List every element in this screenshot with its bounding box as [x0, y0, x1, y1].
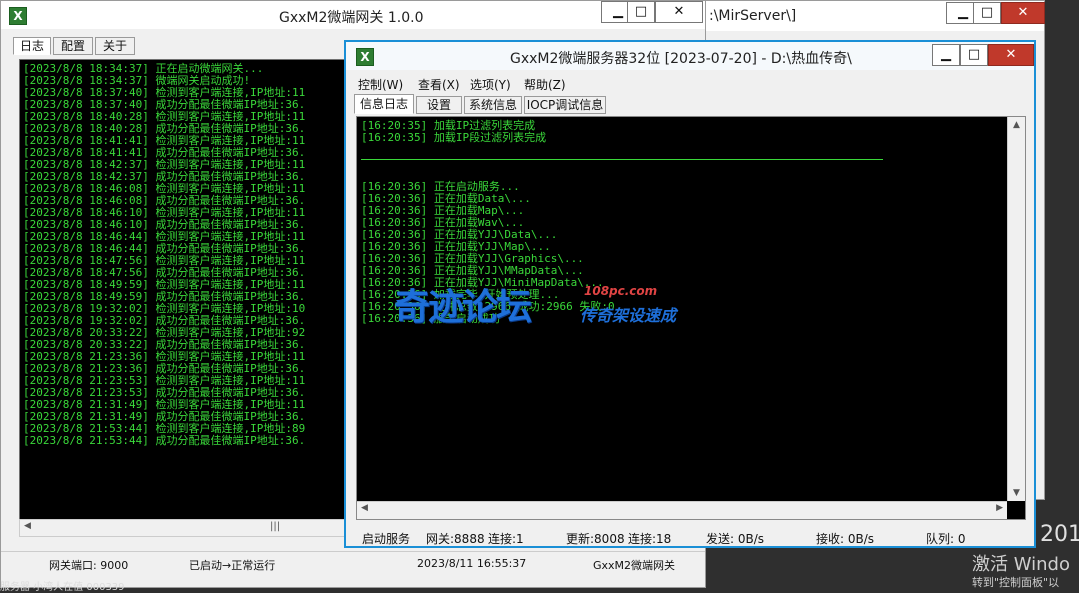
server-window: X GxxM2微端服务器32位 [2023-07-20] - D:\热血传奇\ … [344, 40, 1036, 548]
server-log-divider [361, 159, 883, 160]
gateway-status-name: GxxM2微端网关 [593, 559, 676, 572]
gateway-title: GxxM2微端网关 1.0.0 [279, 10, 424, 26]
gateway-status-port: 网关端口: 9000 [49, 559, 129, 572]
server-tab-settings[interactable]: 设置 [416, 96, 462, 114]
gateway-log-lines: [2023/8/8 18:34:37] 正在启动微端网关... [2023/8/8… [23, 63, 305, 447]
server-minimize-button[interactable]: ▁ [932, 44, 960, 66]
server-app-icon: X [356, 48, 374, 66]
mirserver-close-button[interactable]: ✕ [1001, 2, 1045, 24]
desktop-year: 2012 [1040, 522, 1079, 547]
gateway-statusbar: 网关端口: 9000 已启动→正常运行 2023/8/11 16:55:37 G… [1, 551, 705, 574]
server-log-top-lines: [16:20:35] 加载IP过滤列表完成 [16:20:35] 加载IP段过滤列… [361, 120, 546, 144]
gateway-tab-about[interactable]: 关于 [95, 37, 135, 55]
watermark-subtitle: 传奇架设速成 [580, 306, 677, 325]
gateway-status-time: 2023/8/11 16:55:37 [417, 557, 527, 570]
server-tab-system-info[interactable]: 系统信息 [464, 96, 522, 114]
menu-control[interactable]: 控制(W) [358, 76, 403, 93]
taskbar-left-text: 服务器 小湾人在值 000339 [0, 582, 125, 593]
gateway-titlebar: X GxxM2微端网关 1.0.0 ▁ □ ✕ [1, 1, 705, 29]
server-status-recv: 接收: 0B/s [816, 532, 875, 546]
gateway-status-state: 已启动→正常运行 [189, 559, 276, 572]
server-tab-info-log[interactable]: 信息日志 [354, 94, 414, 114]
menu-help[interactable]: 帮助(Z) [524, 76, 566, 93]
server-status-conn1: 连接:1 [488, 532, 524, 546]
server-status-send: 发送: 0B/s [706, 532, 765, 546]
scroll-up-icon[interactable]: ▲ [1008, 117, 1025, 133]
server-maximize-button[interactable]: □ [960, 44, 988, 66]
menu-options[interactable]: 选项(Y) [470, 76, 511, 93]
gateway-tab-config[interactable]: 配置 [53, 37, 93, 55]
server-status-start: 启动服务 [362, 532, 411, 546]
server-log-hscrollbar[interactable]: ◀ ▶ [357, 501, 1007, 519]
log-line: [16:20:35] 加载IP段过滤列表完成 [361, 131, 547, 144]
gateway-close-button[interactable]: ✕ [655, 1, 703, 23]
server-menubar: 控制(W) 查看(X) 选项(Y) 帮助(Z) [346, 70, 1034, 92]
server-tab-iocp-debug[interactable]: IOCP调试信息 [524, 96, 606, 114]
mirserver-titlebar: :\MirServer\] ▁ □ ✕ [701, 1, 1045, 31]
scroll-down-icon[interactable]: ▼ [1008, 485, 1025, 501]
server-status-queue: 队列: 0 [926, 532, 966, 546]
scroll-left-icon[interactable]: ◀ [24, 521, 31, 531]
server-status-update: 更新:8008 [566, 532, 625, 546]
server-status-conn2: 连接:18 [628, 532, 672, 546]
mirserver-title: :\MirServer\] [709, 8, 797, 24]
gateway-app-icon: X [9, 7, 27, 25]
scroll-right-icon[interactable]: ▶ [996, 503, 1003, 513]
watermark-main-text: 奇迹论坛 [394, 287, 532, 328]
gateway-tab-log[interactable]: 日志 [13, 37, 51, 55]
mirserver-maximize-button[interactable]: □ [973, 2, 1001, 24]
scroll-left-icon[interactable]: ◀ [361, 503, 368, 513]
menu-view[interactable]: 查看(X) [418, 76, 460, 93]
watermark-url: 108pc.com [584, 284, 658, 298]
server-title: GxxM2微端服务器32位 [2023-07-20] - D:\热血传奇\ [510, 51, 852, 67]
log-line: [2023/8/8 21:53:44] 成功分配最佳微端IP地址:36. [23, 434, 306, 447]
server-titlebar: X GxxM2微端服务器32位 [2023-07-20] - D:\热血传奇\ … [346, 42, 1034, 70]
gateway-hscrollbar[interactable]: ◀ ||| [19, 519, 349, 537]
server-status-gate: 网关:8888 [426, 532, 485, 546]
scroll-thumb-grip-icon[interactable]: ||| [270, 521, 280, 532]
gateway-log: [2023/8/8 18:34:37] 正在启动微端网关... [2023/8/8… [19, 59, 349, 537]
gateway-maximize-button[interactable]: □ [627, 1, 655, 23]
server-log-vscrollbar[interactable]: ▲ ▼ [1007, 117, 1025, 501]
activate-windows-text: 激活 Windo [972, 554, 1070, 575]
server-statusbar: 启动服务 网关:8888 连接:1 更新:8008 连接:18 发送: 0B/s… [352, 526, 1032, 546]
server-close-button[interactable]: ✕ [988, 44, 1034, 66]
